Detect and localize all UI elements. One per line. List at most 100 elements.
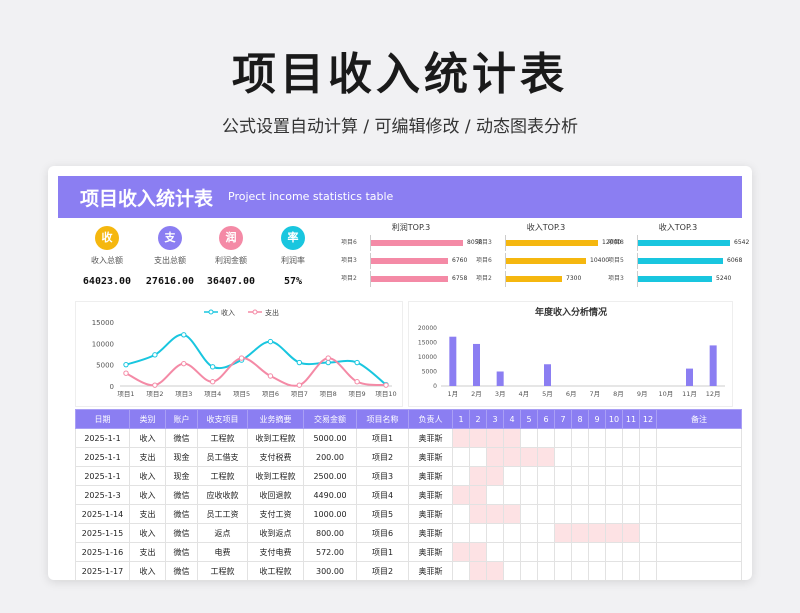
table-cell[interactable]: 4490.00 — [303, 485, 357, 505]
table-cell[interactable]: 微信 — [165, 542, 198, 562]
month-cell[interactable] — [571, 523, 589, 543]
table-cell[interactable]: 收到返点 — [247, 523, 304, 543]
table-cell[interactable]: 支付工资 — [247, 504, 304, 524]
table-cell[interactable]: 微信 — [165, 561, 198, 580]
table-row[interactable]: 2025-1-3 收入 微信 应收收款 收回退款 4490.00 项目4 奥菲斯 — [75, 485, 742, 505]
table-cell[interactable]: 员工工资 — [197, 504, 248, 524]
column-header[interactable]: 交易金额 — [303, 409, 357, 429]
month-cell[interactable] — [554, 504, 572, 524]
month-cell[interactable] — [486, 504, 504, 524]
month-cell[interactable] — [520, 561, 538, 580]
month-cell[interactable] — [537, 428, 555, 448]
table-cell[interactable]: 工程款 — [197, 428, 248, 448]
month-cell[interactable] — [588, 561, 606, 580]
table-cell[interactable]: 项目2 — [356, 447, 409, 467]
table-cell[interactable]: 支出 — [129, 504, 166, 524]
month-cell[interactable] — [452, 485, 470, 505]
table-cell[interactable]: 奥菲斯 — [408, 504, 453, 524]
table-cell[interactable]: 项目6 — [356, 523, 409, 543]
column-header[interactable]: 9 — [588, 409, 606, 429]
table-cell[interactable]: 项目3 — [356, 466, 409, 486]
month-cell[interactable] — [639, 447, 657, 467]
column-header[interactable]: 11 — [622, 409, 640, 429]
table-cell[interactable]: 572.00 — [303, 542, 357, 562]
table-row[interactable]: 2025-1-1 支出 现金 员工借支 支付税费 200.00 项目2 奥菲斯 — [75, 447, 742, 467]
month-cell[interactable] — [605, 485, 623, 505]
column-header[interactable]: 业务摘要 — [247, 409, 304, 429]
month-cell[interactable] — [622, 504, 640, 524]
month-cell[interactable] — [452, 466, 470, 486]
table-cell[interactable]: 奥菲斯 — [408, 523, 453, 543]
table-row[interactable]: 2025-1-14 支出 微信 员工工资 支付工资 1000.00 项目5 奥菲斯 — [75, 504, 742, 524]
table-cell[interactable]: 2025-1-17 — [75, 561, 130, 580]
table-cell[interactable]: 支出 — [129, 542, 166, 562]
table-cell[interactable]: 支出 — [129, 447, 166, 467]
table-cell[interactable]: 项目1 — [356, 428, 409, 448]
table-row[interactable]: 2025-1-1 收入 微信 工程款 收到工程款 5000.00 项目1 奥菲斯 — [75, 428, 742, 448]
month-cell[interactable] — [622, 428, 640, 448]
table-cell[interactable]: 奥菲斯 — [408, 447, 453, 467]
month-cell[interactable] — [452, 504, 470, 524]
month-cell[interactable] — [537, 485, 555, 505]
month-cell[interactable] — [486, 523, 504, 543]
table-cell[interactable]: 返点 — [197, 523, 248, 543]
column-header[interactable]: 类别 — [129, 409, 166, 429]
month-cell[interactable] — [588, 504, 606, 524]
note-cell[interactable] — [656, 504, 742, 524]
column-header[interactable]: 项目名称 — [356, 409, 409, 429]
table-cell[interactable]: 微信 — [165, 504, 198, 524]
month-cell[interactable] — [486, 542, 504, 562]
column-header[interactable]: 收支项目 — [197, 409, 248, 429]
column-header[interactable]: 8 — [571, 409, 589, 429]
column-header[interactable]: 1 — [452, 409, 470, 429]
month-cell[interactable] — [503, 485, 521, 505]
month-cell[interactable] — [554, 561, 572, 580]
month-cell[interactable] — [520, 428, 538, 448]
month-cell[interactable] — [588, 428, 606, 448]
month-cell[interactable] — [571, 504, 589, 524]
note-cell[interactable] — [656, 523, 742, 543]
table-cell[interactable]: 员工借支 — [197, 447, 248, 467]
column-header[interactable]: 12 — [639, 409, 657, 429]
table-cell[interactable]: 奥菲斯 — [408, 485, 453, 505]
month-cell[interactable] — [639, 485, 657, 505]
table-cell[interactable]: 800.00 — [303, 523, 357, 543]
month-cell[interactable] — [588, 485, 606, 505]
month-cell[interactable] — [639, 428, 657, 448]
table-cell[interactable]: 收回退款 — [247, 485, 304, 505]
table-cell[interactable]: 收入 — [129, 466, 166, 486]
month-cell[interactable] — [520, 447, 538, 467]
table-cell[interactable]: 项目2 — [356, 561, 409, 580]
month-cell[interactable] — [452, 542, 470, 562]
month-cell[interactable] — [571, 466, 589, 486]
table-cell[interactable]: 200.00 — [303, 447, 357, 467]
month-cell[interactable] — [452, 428, 470, 448]
month-cell[interactable] — [588, 523, 606, 543]
table-cell[interactable]: 收工程款 — [247, 561, 304, 580]
month-cell[interactable] — [537, 504, 555, 524]
table-cell[interactable]: 2500.00 — [303, 466, 357, 486]
table-row[interactable]: 2025-1-17 收入 微信 工程款 收工程款 300.00 项目2 奥菲斯 — [75, 561, 742, 580]
month-cell[interactable] — [571, 447, 589, 467]
table-cell[interactable]: 项目5 — [356, 504, 409, 524]
month-cell[interactable] — [469, 542, 487, 562]
month-cell[interactable] — [469, 523, 487, 543]
month-cell[interactable] — [537, 542, 555, 562]
month-cell[interactable] — [520, 504, 538, 524]
table-cell[interactable]: 奥菲斯 — [408, 542, 453, 562]
month-cell[interactable] — [486, 428, 504, 448]
month-cell[interactable] — [605, 447, 623, 467]
month-cell[interactable] — [588, 542, 606, 562]
month-cell[interactable] — [639, 542, 657, 562]
note-cell[interactable] — [656, 428, 742, 448]
table-cell[interactable]: 2025-1-1 — [75, 447, 130, 467]
table-cell[interactable]: 2025-1-3 — [75, 485, 130, 505]
month-cell[interactable] — [588, 447, 606, 467]
table-cell[interactable]: 2025-1-1 — [75, 428, 130, 448]
table-cell[interactable]: 工程款 — [197, 561, 248, 580]
table-cell[interactable]: 应收收款 — [197, 485, 248, 505]
month-cell[interactable] — [469, 485, 487, 505]
month-cell[interactable] — [622, 466, 640, 486]
month-cell[interactable] — [605, 428, 623, 448]
month-cell[interactable] — [571, 542, 589, 562]
